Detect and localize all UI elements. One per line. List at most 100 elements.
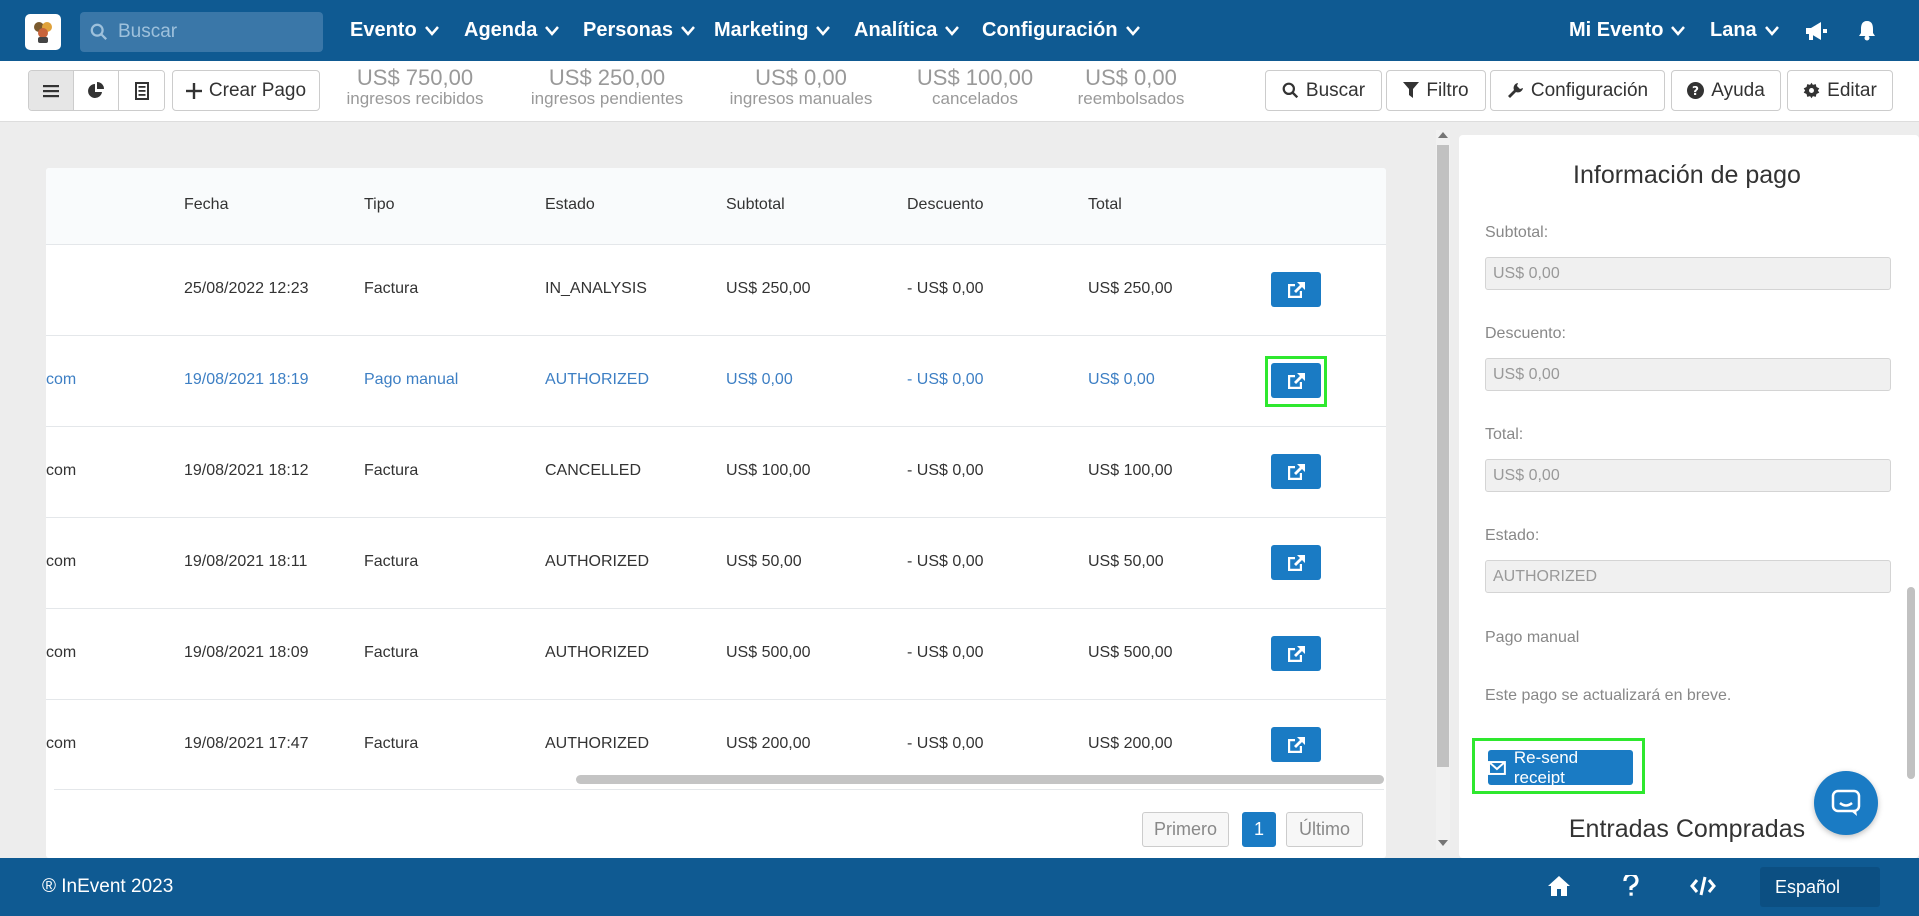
cell-descuento: - US$ 0,00 <box>907 735 984 752</box>
payments-table: Fecha Tipo Estado Subtotal Descuento Tot… <box>46 168 1386 858</box>
open-payment-button[interactable] <box>1271 363 1321 398</box>
flower-logo-icon <box>34 22 52 43</box>
code-icon[interactable] <box>1690 875 1716 897</box>
menu-label: Marketing <box>714 19 809 41</box>
stat-label: reembolsados <box>1077 89 1185 108</box>
cell-descuento: - US$ 0,00 <box>907 280 984 297</box>
scroll-up-icon[interactable] <box>1438 131 1448 139</box>
resend-receipt-button[interactable]: Re-send receipt <box>1488 747 1633 787</box>
settings-button[interactable]: Configuración <box>1490 70 1665 111</box>
cell-subtotal: US$ 250,00 <box>726 280 811 297</box>
stat-label: ingresos recibidos <box>346 89 484 108</box>
column-header-estado[interactable]: Estado <box>545 196 595 214</box>
discount-field[interactable]: US$ 0,00 <box>1485 358 1891 391</box>
column-header-descuento[interactable]: Descuento <box>907 196 984 214</box>
column-header-subtotal[interactable]: Subtotal <box>726 196 785 214</box>
column-header-tipo[interactable]: Tipo <box>364 196 395 214</box>
cell-email: com <box>46 462 77 479</box>
app-logo[interactable] <box>25 14 61 50</box>
pager-first-button[interactable]: Primero <box>1142 812 1229 847</box>
open-payment-button[interactable] <box>1271 545 1321 580</box>
total-field[interactable]: US$ 0,00 <box>1485 459 1891 492</box>
search-button[interactable]: Buscar <box>1265 70 1382 111</box>
resend-receipt-label: Re-send receipt <box>1513 747 1579 787</box>
table-row[interactable]: com 19/08/2021 18:12 Factura CANCELLED U… <box>46 427 1386 518</box>
cell-fecha: 19/08/2021 18:09 <box>184 644 309 661</box>
search-input[interactable]: Buscar <box>80 12 323 52</box>
open-payment-button[interactable] <box>1271 727 1321 762</box>
cell-tipo: Factura <box>364 644 419 661</box>
table-row[interactable]: com 19/08/2021 18:09 Factura AUTHORIZED … <box>46 609 1386 700</box>
search-icon <box>1282 82 1299 99</box>
horizontal-scrollbar[interactable] <box>576 775 1384 784</box>
bell-icon[interactable] <box>1857 19 1877 41</box>
edit-button-label: Editar <box>1827 79 1877 101</box>
scroll-down-icon[interactable] <box>1438 839 1448 847</box>
help-button[interactable]: ? Ayuda <box>1671 70 1781 111</box>
edit-button[interactable]: Editar <box>1787 70 1893 111</box>
table-header: Fecha Tipo Estado Subtotal Descuento Tot… <box>46 168 1386 245</box>
cell-fecha: 19/08/2021 18:12 <box>184 462 309 479</box>
search-button-label: Buscar <box>1305 79 1366 101</box>
external-link-icon <box>1288 281 1305 298</box>
chart-view-button[interactable] <box>74 71 119 110</box>
column-header-fecha[interactable]: Fecha <box>184 196 228 214</box>
open-payment-button[interactable] <box>1271 454 1321 489</box>
cell-subtotal: US$ 500,00 <box>726 644 811 661</box>
report-view-button[interactable] <box>119 71 164 110</box>
subtotal-field[interactable]: US$ 0,00 <box>1485 257 1891 290</box>
status-field[interactable]: AUTHORIZED <box>1485 560 1891 593</box>
open-payment-button[interactable] <box>1271 272 1321 307</box>
table-row-selected[interactable]: com 19/08/2021 18:19 Pago manual AUTHORI… <box>46 336 1386 427</box>
external-link-icon <box>1288 463 1305 480</box>
stat-label: ingresos manuales <box>729 89 873 108</box>
table-row[interactable]: com 19/08/2021 18:11 Factura AUTHORIZED … <box>46 518 1386 609</box>
external-link-icon <box>1288 645 1305 662</box>
filter-button[interactable]: Filtro <box>1386 70 1486 111</box>
chat-icon <box>1831 789 1861 816</box>
user-menu[interactable]: Lana <box>1710 0 1779 61</box>
cell-descuento: - US$ 0,00 <box>907 462 984 479</box>
vertical-scrollbar-thumb[interactable] <box>1437 145 1449 767</box>
menu-evento[interactable]: Evento <box>350 0 439 61</box>
filter-icon <box>1403 82 1420 98</box>
menu-marketing[interactable]: Marketing <box>714 0 831 61</box>
chevron-down-icon <box>1671 25 1686 36</box>
pager-page-button[interactable]: 1 <box>1242 812 1276 847</box>
language-select[interactable]: Español <box>1760 867 1880 907</box>
megaphone-icon[interactable] <box>1804 20 1828 42</box>
cell-descuento: - US$ 0,00 <box>907 644 984 661</box>
menu-personas[interactable]: Personas <box>583 0 696 61</box>
question-circle-icon: ? <box>1687 82 1705 99</box>
pie-chart-icon <box>88 81 104 98</box>
chat-launcher-button[interactable] <box>1814 771 1878 835</box>
home-icon[interactable] <box>1547 875 1571 897</box>
stat-cancelled: US$ 100,00 cancelados <box>910 67 1040 108</box>
panel-scrollbar[interactable] <box>1907 587 1915 779</box>
create-payment-button[interactable]: Crear Pago <box>172 70 320 111</box>
cell-estado: AUTHORIZED <box>545 553 649 570</box>
settings-button-label: Configuración <box>1530 79 1649 101</box>
table-row[interactable]: 25/08/2022 12:23 Factura IN_ANALYSIS US$… <box>46 245 1386 336</box>
cell-total: US$ 500,00 <box>1088 644 1173 661</box>
cell-email: com <box>46 371 77 388</box>
total-label: Total: <box>1485 426 1524 443</box>
view-switcher <box>28 70 165 111</box>
chevron-down-icon <box>816 25 831 36</box>
panel-title: Información de pago <box>1573 161 1801 189</box>
copyright-text: ® InEvent 2023 <box>42 876 174 897</box>
menu-configuracion[interactable]: Configuración <box>982 0 1140 61</box>
question-icon[interactable] <box>1622 875 1640 897</box>
pager-last-button[interactable]: Último <box>1286 812 1363 847</box>
envelope-icon <box>1488 760 1506 775</box>
stat-value: US$ 250,00 <box>548 65 666 90</box>
menu-analitica[interactable]: Analítica <box>854 0 960 61</box>
open-payment-button[interactable] <box>1271 636 1321 671</box>
payment-note-text: Este pago se actualizará en breve. <box>1485 687 1732 704</box>
event-menu[interactable]: Mi Evento <box>1569 0 1686 61</box>
list-view-button[interactable] <box>29 71 74 110</box>
cell-email: com <box>46 644 77 661</box>
subtotal-label: Subtotal: <box>1485 224 1549 241</box>
menu-agenda[interactable]: Agenda <box>464 0 560 61</box>
column-header-total[interactable]: Total <box>1088 196 1122 214</box>
